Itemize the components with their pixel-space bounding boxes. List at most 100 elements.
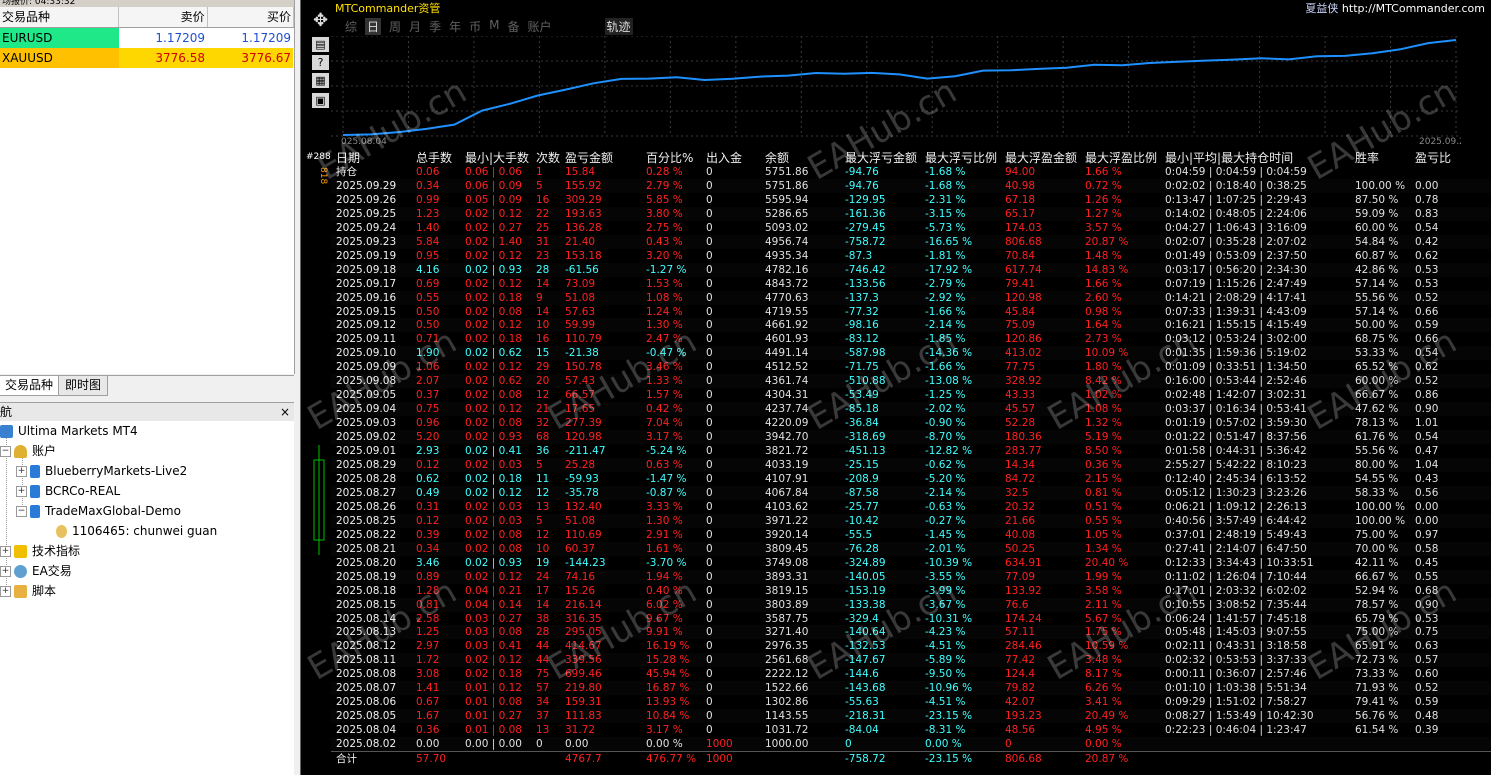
table-row[interactable]: 2025.08.29 0.12 0.02 | 0.03 5 25.28 0.63 % 0 40… xyxy=(331,458,1491,472)
col-bid[interactable]: 卖价 xyxy=(119,7,208,27)
table-row[interactable]: 2025.08.28 0.62 0.02 | 0.18 11 -59.93 -1.47 %… xyxy=(331,471,1491,486)
tree-node-server[interactable]: + BlueberryMarkets-Live2 xyxy=(16,461,187,481)
tab-period[interactable]: 账户 xyxy=(527,18,551,35)
table-row[interactable]: 2025.08.20 3.46 0.02 | 0.93 19 -144.23 -3.70 … xyxy=(331,555,1491,570)
table-row[interactable]: 2025.08.15 0.81 0.04 | 0.14 14 216.14 6.02 % 0… xyxy=(331,597,1491,612)
toolbar-button[interactable]: ▦ xyxy=(312,73,329,88)
table-row[interactable]: 2025.08.08 3.08 0.02 | 0.18 75 699.46 45.94 %… xyxy=(331,667,1491,682)
table-row[interactable]: 2025.09.08 2.07 0.02 | 0.62 20 57.43 1.33 % 0 4… xyxy=(331,374,1491,389)
table-row[interactable]: 2025.09.03 0.96 0.02 | 0.08 32 277.39 7.04 % 0… xyxy=(331,416,1491,431)
tab-period[interactable]: 月 xyxy=(409,18,421,35)
table-row[interactable]: 2025.09.29 0.34 0.06 | 0.09 5 155.92 2.79 % 0 5… xyxy=(331,178,1491,193)
table-cell: 57.43 xyxy=(565,375,596,388)
tree-node-server[interactable]: + BCRCo-REAL xyxy=(16,481,120,501)
table-row[interactable]: 2025.08.14 2.58 0.03 | 0.27 38 316.35 9.67 % 0… xyxy=(331,611,1491,626)
expand-icon[interactable]: + xyxy=(0,585,11,597)
help-icon[interactable]: ? xyxy=(312,55,329,70)
table-cell: 0.04 | 0.14 xyxy=(465,598,522,611)
table-row[interactable]: 持仓 0.06 0.06 | 0.06 1 15.84 0.28 % 0 5751.86 -94… xyxy=(331,165,1491,179)
table-row[interactable]: 2025.08.21 0.34 0.02 | 0.08 10 60.37 1.61 % 0 3… xyxy=(331,541,1491,556)
table-row[interactable]: 2025.09.10 1.90 0.02 | 0.62 15 -21.38 -0.47 %… xyxy=(331,346,1491,361)
table-row[interactable]: 2025.09.09 1.06 0.02 | 0.12 29 150.78 3.46 % 0… xyxy=(331,360,1491,375)
table-cell: 0 xyxy=(706,221,713,234)
table-row[interactable]: 2025.08.11 1.72 0.02 | 0.12 44 339.56 15.28 %… xyxy=(331,653,1491,668)
tab-track[interactable]: 轨迹 xyxy=(604,18,633,35)
table-row[interactable]: 2025.09.05 0.37 0.02 | 0.08 12 66.57 1.57 % 0 4… xyxy=(331,388,1491,403)
tab-period[interactable]: 综 xyxy=(345,18,357,35)
table-row[interactable]: 2025.09.04 0.75 0.02 | 0.12 21 17.65 0.42 % 0 4… xyxy=(331,402,1491,417)
table-row[interactable]: 2025.08.06 0.67 0.01 | 0.08 34 159.31 13.93 %… xyxy=(331,695,1491,710)
table-row[interactable]: 2025.08.18 1.28 0.04 | 0.21 17 15.26 0.40 % 0 3… xyxy=(331,583,1491,598)
table-row[interactable]: 2025.09.02 5.20 0.02 | 0.93 68 120.98 3.17 % 0… xyxy=(331,430,1491,445)
table-row[interactable]: 2025.08.04 0.36 0.01 | 0.08 13 31.72 3.17 % 0 1… xyxy=(331,723,1491,738)
symbol-row-eurusd[interactable]: EURUSD 1.17209 1.17209 xyxy=(0,28,294,48)
toolbar-button[interactable]: ▤ xyxy=(312,37,329,52)
table-cell: 155.92 xyxy=(565,179,602,192)
table-cell: 0.66 xyxy=(1415,333,1439,346)
table-row[interactable]: 2025.08.26 0.31 0.02 | 0.03 13 132.40 3.33 % 0… xyxy=(331,499,1491,514)
table-row[interactable]: 2025.08.07 1.41 0.01 | 0.12 57 219.80 16.87 %… xyxy=(331,681,1491,696)
tree-node-ea[interactable]: + EA交易 xyxy=(0,561,72,581)
table-row[interactable]: 2025.09.16 0.55 0.02 | 0.18 9 51.08 1.08 % 0 47… xyxy=(331,290,1491,305)
table-row[interactable]: 2025.08.05 1.67 0.01 | 0.27 37 111.83 10.84 %… xyxy=(331,709,1491,724)
table-cell: 2025.08.29 xyxy=(336,459,397,472)
tab-period[interactable]: 周 xyxy=(389,18,401,35)
table-row[interactable]: 2025.09.23 5.84 0.02 | 1.40 31 21.40 0.43 % 0 4… xyxy=(331,234,1491,249)
table-cell: -1.68 % xyxy=(925,166,966,178)
symbol-row-xauusd[interactable]: XAUUSD 3776.58 3776.67 xyxy=(0,48,294,68)
collapse-icon[interactable]: − xyxy=(0,445,11,457)
website-link[interactable]: http://MTCommander.com xyxy=(1342,2,1485,15)
table-row[interactable]: 2025.09.17 0.69 0.02 | 0.12 14 73.09 1.53 % 0 4… xyxy=(331,276,1491,291)
tab-period[interactable]: M xyxy=(489,18,499,35)
tree-node-accounts[interactable]: − 账户 xyxy=(0,441,56,461)
table-cell: 4843.72 xyxy=(765,277,809,290)
table-row[interactable]: 2025.08.02 0.00 0.00 | 0.00 0 0.00 0.00 % 1000… xyxy=(331,737,1491,752)
table-row[interactable]: 2025.08.22 0.39 0.02 | 0.08 12 110.69 2.91 % 0… xyxy=(331,527,1491,542)
col-ask[interactable]: 买价 xyxy=(208,7,295,27)
panel-link[interactable]: 夏益侠 http://MTCommander.com xyxy=(1305,0,1485,16)
move-icon[interactable]: ✥ xyxy=(313,12,328,30)
table-row[interactable]: 2025.08.27 0.49 0.02 | 0.12 12 -35.78 -0.87 %… xyxy=(331,485,1491,500)
tree-node-scripts[interactable]: + 脚本 xyxy=(0,581,56,601)
table-cell: 1.48 % xyxy=(1085,249,1122,262)
tab-tick-chart[interactable]: 即时图 xyxy=(58,376,109,396)
tree-node-indicators[interactable]: + 技术指标 xyxy=(0,541,80,561)
table-row[interactable]: 2025.09.12 0.50 0.02 | 0.12 10 59.99 1.30 % 0 4… xyxy=(331,318,1491,333)
table-cell: 0:14:02 | 0:48:05 | 2:24:06 xyxy=(1165,207,1307,220)
table-row[interactable]: 2025.09.01 2.93 0.02 | 0.41 36 -211.47 -5.24 … xyxy=(331,444,1491,459)
table-row[interactable]: 2025.09.19 0.95 0.02 | 0.12 23 153.18 3.20 % 0… xyxy=(331,248,1491,263)
table-row[interactable]: 2025.09.26 0.99 0.05 | 0.09 16 309.29 5.85 % 0… xyxy=(331,192,1491,207)
table-cell: 2025.09.12 xyxy=(336,319,397,332)
tab-period[interactable]: 备 xyxy=(507,18,519,35)
table-row[interactable]: 2025.09.11 0.71 0.02 | 0.18 16 110.79 2.47 % 0… xyxy=(331,332,1491,347)
table-row[interactable]: 2025.08.12 2.97 0.03 | 0.41 44 414.67 16.19 %… xyxy=(331,639,1491,654)
tree-node-user[interactable]: 1106465: chunwei guan xyxy=(56,521,217,541)
tab-period[interactable]: 年 xyxy=(449,18,461,35)
table-cell: 4935.34 xyxy=(765,249,809,262)
table-row[interactable]: 2025.08.13 1.25 0.03 | 0.08 28 295.05 9.91 % 0… xyxy=(331,625,1491,640)
expand-icon[interactable]: + xyxy=(0,565,11,577)
tree-node-server[interactable]: − TradeMaxGlobal-Demo xyxy=(16,501,181,521)
tab-period[interactable]: 日 xyxy=(365,18,382,35)
table-row[interactable]: 2025.09.15 0.50 0.02 | 0.08 14 57.63 1.24 % 0 4… xyxy=(331,304,1491,319)
expand-icon[interactable]: + xyxy=(16,485,27,497)
expand-icon[interactable]: + xyxy=(0,545,11,557)
table-cell: 0.89 xyxy=(416,570,440,583)
col-symbol[interactable]: 交易品种 xyxy=(0,7,120,27)
table-cell: 2.79 % xyxy=(646,179,683,192)
collapse-icon[interactable]: − xyxy=(16,505,27,517)
table-row[interactable]: 2025.09.25 1.23 0.02 | 0.12 22 193.63 3.80 % 0… xyxy=(331,206,1491,221)
table-row[interactable]: 2025.08.19 0.89 0.02 | 0.12 24 74.16 1.94 % 0 3… xyxy=(331,569,1491,584)
close-icon[interactable]: × xyxy=(280,403,290,421)
tab-period[interactable]: 季 xyxy=(429,18,441,35)
table-row[interactable]: 2025.09.24 1.40 0.02 | 0.27 25 136.28 2.75 % 0… xyxy=(331,220,1491,235)
tree-node-root[interactable]: Ultima Markets MT4 xyxy=(0,421,138,441)
tab-symbols[interactable]: 交易品种 xyxy=(0,376,61,396)
table-row[interactable]: 2025.08.25 0.12 0.02 | 0.03 5 51.08 1.30 % 0 39… xyxy=(331,513,1491,528)
table-cell: 0:07:33 | 1:39:31 | 4:43:09 xyxy=(1165,305,1307,318)
table-cell: -55.63 xyxy=(845,696,879,709)
toolbar-button[interactable]: ▣ xyxy=(312,93,329,108)
expand-icon[interactable]: + xyxy=(16,465,27,477)
table-row[interactable]: 2025.09.18 4.16 0.02 | 0.93 28 -61.56 -1.27 %… xyxy=(331,262,1491,277)
tab-period[interactable]: 币 xyxy=(469,18,481,35)
